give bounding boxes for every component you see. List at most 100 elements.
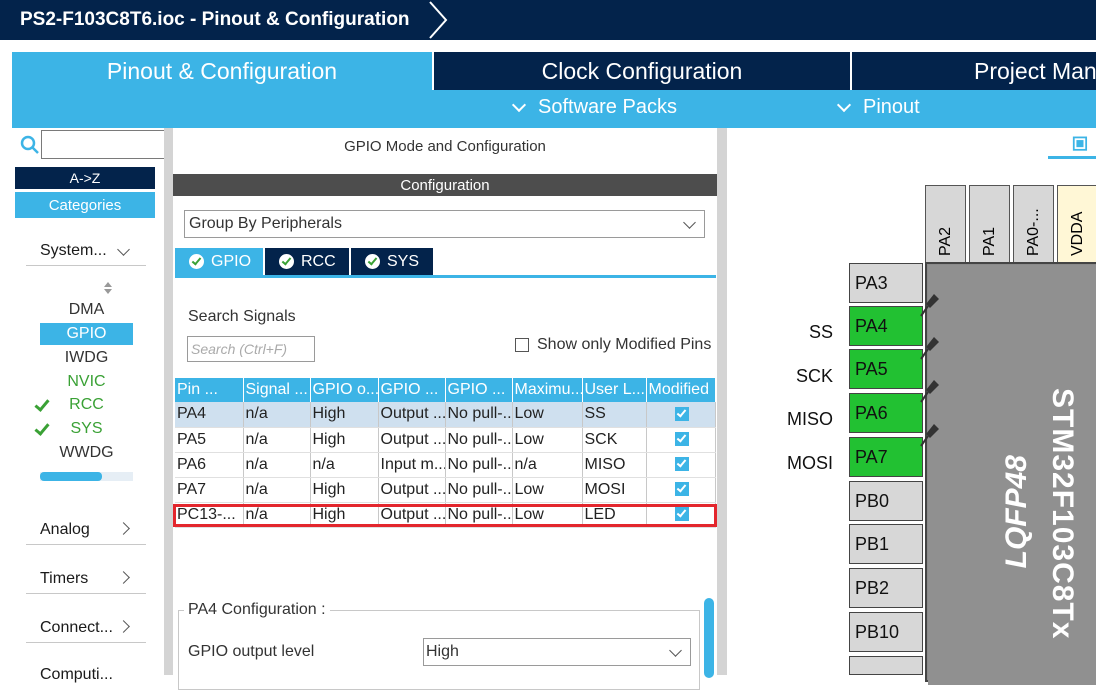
column-header-output-level[interactable]: GPIO o...	[310, 378, 379, 402]
chevron-down-icon	[683, 216, 696, 229]
column-header-max-speed[interactable]: Maximu...	[512, 378, 583, 402]
categories-button[interactable]: Categories	[15, 192, 155, 218]
category-label: System...	[40, 241, 107, 259]
modified-checkbox[interactable]	[674, 482, 689, 497]
modified-checkbox[interactable]	[674, 457, 689, 472]
pin-pa3[interactable]: PA3	[849, 263, 923, 303]
column-header-user-label[interactable]: User L...	[582, 378, 647, 402]
group-by-select[interactable]: Group By Peripherals	[184, 210, 705, 238]
panel-splitter[interactable]	[717, 128, 727, 675]
table-row[interactable]: PA5 n/a High Output ... No pull-... Low …	[175, 427, 716, 453]
software-packs-label: Software Packs	[538, 96, 677, 118]
sidebar-item-dma[interactable]: DMA	[40, 299, 133, 321]
cell: Input m...	[378, 452, 446, 478]
column-header-pin[interactable]: Pin ...	[175, 378, 244, 402]
cell-modified	[646, 452, 716, 478]
cell-modified	[646, 477, 716, 503]
table-row[interactable]: PA7 n/a High Output ... No pull-... Low …	[175, 477, 716, 503]
pin-pa2[interactable]: PA2	[925, 185, 966, 263]
category-search-input[interactable]	[41, 130, 165, 159]
pa4-config-title: PA4 Configuration :	[184, 601, 330, 619]
category-system-core[interactable]: System...	[26, 236, 146, 266]
table-row[interactable]: PA4 n/a High Output ... No pull-... Low …	[175, 402, 716, 428]
pin-label: PA2	[937, 226, 954, 256]
sidebar-item-sys[interactable]: SYS	[34, 418, 133, 440]
sidebar-item-nvic[interactable]: NVIC	[40, 371, 133, 393]
chip-view-icon[interactable]	[1048, 133, 1096, 159]
horizontal-scrollbar[interactable]	[40, 472, 133, 481]
vertical-scrollbar[interactable]	[704, 598, 714, 678]
tab-pinout-configuration[interactable]: Pinout & Configuration	[12, 52, 432, 90]
pin-pa0[interactable]: PA0-...	[1013, 185, 1054, 263]
tab-gpio[interactable]: GPIO	[175, 248, 263, 275]
column-header-pull[interactable]: GPIO ...	[445, 378, 513, 402]
tab-project-manager[interactable]: Project Man	[852, 52, 1096, 90]
search-signals-input[interactable]: Search (Ctrl+F)	[187, 336, 315, 362]
modified-checkbox[interactable]	[674, 432, 689, 447]
pin-label: VDDA	[1069, 211, 1086, 256]
sort-a-z-button[interactable]: A->Z	[15, 167, 155, 189]
sidebar-item-iwdg[interactable]: IWDG	[40, 347, 133, 369]
check-circle-icon	[189, 254, 204, 269]
tab-clock-configuration[interactable]: Clock Configuration	[434, 52, 850, 90]
check-circle-icon	[365, 254, 380, 269]
column-header-signal[interactable]: Signal ...	[243, 378, 311, 402]
cell: n/a	[512, 452, 583, 478]
pinout-label: Pinout	[863, 96, 920, 118]
check-circle-icon	[279, 254, 294, 269]
search-icon[interactable]	[20, 135, 40, 155]
cell: No pull-...	[445, 477, 513, 503]
pin-pb1[interactable]: PB1	[849, 524, 923, 564]
pin-partial[interactable]	[849, 656, 923, 675]
cell: No pull-...	[445, 427, 513, 453]
pin-pa5[interactable]: PA5	[849, 349, 923, 389]
tab-underline	[175, 275, 716, 278]
software-packs-menu[interactable]: Software Packs	[511, 96, 677, 119]
table-row[interactable]: PA6 n/a n/a Input m... No pull-... n/a M…	[175, 452, 716, 478]
row-highlight-box	[173, 504, 717, 527]
show-modified-checkbox[interactable]	[515, 338, 529, 352]
column-header-modified[interactable]: Modified	[646, 378, 716, 402]
pin-pa6[interactable]: PA6	[849, 393, 923, 433]
panel-splitter[interactable]	[164, 128, 173, 675]
pin-vdda[interactable]: VDDA	[1057, 185, 1096, 263]
pinout-menu[interactable]: Pinout	[836, 96, 920, 119]
pin-pb0[interactable]: PB0	[849, 481, 923, 521]
pin-pa4[interactable]: PA4	[849, 306, 923, 346]
output-level-select[interactable]: High	[423, 638, 691, 666]
pin-pa7[interactable]: PA7	[849, 437, 923, 477]
cell: No pull-...	[445, 452, 513, 478]
chevron-down-icon	[669, 644, 682, 657]
category-timers[interactable]: Timers	[26, 564, 146, 594]
output-level-value: High	[426, 643, 459, 660]
sidebar-item-wwdg[interactable]: WWDG	[40, 442, 133, 464]
cell: n/a	[310, 452, 379, 478]
pin-pb2[interactable]: PB2	[849, 568, 923, 608]
modified-checkbox[interactable]	[674, 407, 689, 422]
title-bar: PS2-F103C8T6.ioc - Pinout & Configuratio…	[0, 0, 1096, 40]
sort-icon[interactable]	[103, 281, 113, 295]
cell: n/a	[243, 402, 311, 428]
pin-label-miso: MISO	[786, 409, 833, 429]
pin-pb10[interactable]: PB10	[849, 612, 923, 652]
sidebar-item-rcc[interactable]: RCC	[34, 394, 133, 416]
tab-rcc[interactable]: RCC	[265, 248, 349, 275]
category-connectivity[interactable]: Connect...	[26, 613, 146, 643]
tab-label: RCC	[301, 252, 336, 270]
pushpin-icon	[920, 337, 939, 360]
category-label: Connect...	[40, 618, 113, 636]
cell: PA6	[175, 452, 244, 478]
window-title: PS2-F103C8T6.ioc - Pinout & Configuratio…	[20, 9, 410, 30]
pin-pa1[interactable]: PA1	[969, 185, 1010, 263]
breadcrumb-chevron-icon	[429, 1, 448, 39]
cell: Low	[512, 477, 583, 503]
sidebar-item-gpio[interactable]: GPIO	[40, 323, 133, 345]
cell: No pull-...	[445, 402, 513, 428]
chevron-right-icon	[117, 620, 130, 633]
pushpin-icon	[920, 424, 939, 447]
category-computing[interactable]: Computi...	[26, 660, 146, 690]
category-analog[interactable]: Analog	[26, 515, 146, 545]
tab-sys[interactable]: SYS	[351, 248, 433, 275]
column-header-mode[interactable]: GPIO ...	[378, 378, 446, 402]
cell: n/a	[243, 427, 311, 453]
